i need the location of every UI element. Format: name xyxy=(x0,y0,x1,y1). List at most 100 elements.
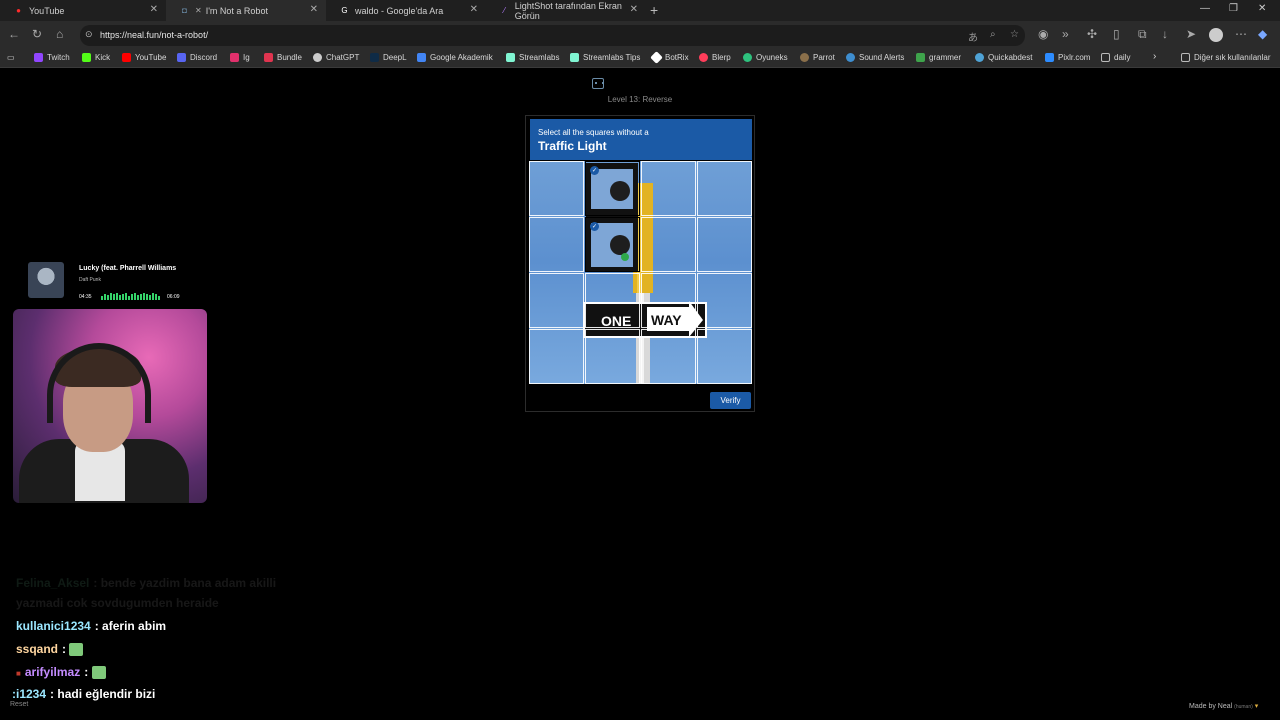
profile-avatar[interactable] xyxy=(1209,28,1223,42)
grid-cell-selected[interactable]: ✓ xyxy=(585,217,640,272)
bookmark-label: Blerp xyxy=(712,53,731,62)
bookmark-folder-daily[interactable]: daily xyxy=(1101,53,1130,62)
sound-alerts-icon xyxy=(846,53,855,62)
chat-username: Felina_Aksel xyxy=(16,576,90,590)
tab-google-search[interactable]: G waldo - Google'da Ara ✕ xyxy=(326,0,486,21)
bookmark-label: daily xyxy=(1114,53,1131,62)
grid-cell[interactable] xyxy=(641,329,696,384)
grid-cell[interactable] xyxy=(697,161,752,216)
captcha-image-grid: ONE WAY ✓ ✓ xyxy=(529,161,752,384)
close-icon[interactable]: ✕ xyxy=(310,4,318,15)
zoom-icon[interactable]: ⌕ xyxy=(990,29,996,40)
grid-cell[interactable] xyxy=(641,161,696,216)
bookmark-label: Streamlabs xyxy=(519,53,560,62)
home-icon[interactable]: ⌂ xyxy=(56,27,63,41)
minimize-button[interactable]: — xyxy=(1200,3,1210,14)
bookmark-deepl[interactable]: DeepL xyxy=(370,53,407,62)
close-icon[interactable]: ✕ xyxy=(150,4,158,15)
bookmark-streamlabs[interactable]: Streamlabs xyxy=(506,53,559,62)
bookmark-kick[interactable]: Kick xyxy=(82,53,110,62)
bookmark-discord[interactable]: Discord xyxy=(177,53,217,62)
grid-cell[interactable] xyxy=(585,329,640,384)
share-icon[interactable]: ➤ xyxy=(1186,27,1196,41)
bookmark-streamlabs-tips[interactable]: Streamlabs Tips xyxy=(570,53,640,62)
bookmark-sound-alerts[interactable]: Sound Alerts xyxy=(846,53,904,62)
checkmark-icon: ✓ xyxy=(590,222,599,231)
bookmark-label: DeepL xyxy=(383,53,407,62)
bookmark-youtube[interactable]: YouTube xyxy=(122,53,166,62)
chat-text: yazmadi cok sovdugumden heraide xyxy=(16,596,219,610)
extensions-icon[interactable]: ✣ xyxy=(1087,27,1097,41)
now-playing-widget: Lucky (feat. Pharrell Williams Daft Punk… xyxy=(22,262,192,306)
grid-cell[interactable] xyxy=(529,273,584,328)
grid-cell[interactable] xyxy=(529,161,584,216)
close-window-button[interactable]: ✕ xyxy=(1258,3,1266,14)
collections-icon[interactable]: ⧉ xyxy=(1138,27,1147,42)
grid-cell[interactable] xyxy=(641,217,696,272)
menu-icon[interactable]: ⋯ xyxy=(1235,27,1247,41)
bookmark-grammer[interactable]: grammer xyxy=(916,53,961,62)
new-tab-button[interactable]: + xyxy=(650,2,658,18)
bookmarks-bar: ▭ Twitch Kick YouTube Discord Ig Bundle … xyxy=(0,49,1280,68)
bookmark-pixlr[interactable]: Pixlr.com xyxy=(1045,53,1090,62)
maximize-button[interactable]: ❐ xyxy=(1229,3,1238,14)
read-aloud-icon[interactable]: » xyxy=(1062,27,1069,41)
address-bar[interactable]: ⊙ https://neal.fun/not-a-robot/ あ ⌕ ☆ xyxy=(80,25,1025,46)
grid-cell[interactable] xyxy=(529,329,584,384)
bookmark-ig[interactable]: Ig xyxy=(230,53,250,62)
split-screen-icon[interactable]: ▯ xyxy=(1113,27,1120,41)
close-icon[interactable]: ✕ xyxy=(470,4,478,15)
other-bookmarks-folder[interactable]: Diğer sık kullanılanlar xyxy=(1181,53,1270,62)
streamlabs-icon xyxy=(570,53,579,62)
tab-youtube[interactable]: ● YouTube ✕ xyxy=(0,0,166,21)
made-by-text: Made by Neal xyxy=(1189,703,1233,710)
grid-cell-selected[interactable]: ✓ xyxy=(585,161,640,216)
bookmark-oyuneks[interactable]: Oyuneks xyxy=(743,53,788,62)
bookmark-twitch[interactable]: Twitch xyxy=(34,53,70,62)
tab-actions-icon[interactable]: ▭ xyxy=(7,53,15,62)
back-icon[interactable]: ← xyxy=(8,27,20,41)
extension-icon[interactable]: ◉ xyxy=(1038,27,1048,41)
grid-cell[interactable] xyxy=(641,273,696,328)
bookmark-botrix[interactable]: BotRix xyxy=(650,51,689,64)
youtube-icon: ● xyxy=(16,6,21,15)
tab-title: waldo - Google'da Ara xyxy=(355,5,444,16)
bookmark-label: Sound Alerts xyxy=(859,53,905,62)
verify-button[interactable]: Verify xyxy=(710,392,751,409)
tab-not-a-robot[interactable]: ◘ ✕ I'm Not a Robot ✕ xyxy=(166,0,326,21)
grid-cell[interactable] xyxy=(697,273,752,328)
grid-cell[interactable] xyxy=(697,329,752,384)
bookmark-bundle[interactable]: Bundle xyxy=(264,53,302,62)
close-icon[interactable]: ✕ xyxy=(630,4,638,15)
tab-lightshot[interactable]: ⁄ LightShot tarafından Ekran Görün ✕ xyxy=(486,0,646,21)
bookmark-google-akademik[interactable]: Google Akademik xyxy=(417,53,493,62)
instagram-icon xyxy=(230,53,239,62)
botrix-icon xyxy=(650,51,663,64)
download-icon[interactable]: ↓ xyxy=(1162,27,1168,41)
chat-message: kullanici1234: aferin abim xyxy=(16,619,166,633)
chevron-right-icon[interactable]: › xyxy=(1153,51,1156,62)
bookmark-quickabdest[interactable]: Quickabdest xyxy=(975,53,1032,62)
copilot-icon[interactable]: ◆ xyxy=(1258,27,1267,41)
quickabdest-icon xyxy=(975,53,984,62)
grid-cell[interactable] xyxy=(529,217,584,272)
reset-link[interactable]: Reset xyxy=(10,701,28,708)
translate-icon[interactable]: あ xyxy=(968,29,978,44)
site-info-icon[interactable]: ⊙ xyxy=(85,29,93,40)
reload-icon[interactable]: ↻ xyxy=(32,27,42,41)
grid-cell[interactable] xyxy=(585,273,640,328)
elapsed-time: 04:35 xyxy=(79,294,92,300)
grid-cell[interactable] xyxy=(697,217,752,272)
bookmark-parrot[interactable]: Parrot xyxy=(800,53,835,62)
badge-icon: ■ xyxy=(16,669,21,678)
star-icon[interactable]: ☆ xyxy=(1010,29,1019,40)
grammer-icon xyxy=(916,53,925,62)
bundle-icon xyxy=(264,53,273,62)
folder-icon xyxy=(1101,53,1110,62)
muted-speaker-icon[interactable]: ✕ xyxy=(195,6,202,15)
bookmark-label: ChatGPT xyxy=(326,53,360,62)
oyuneks-icon xyxy=(743,53,752,62)
bookmark-chatgpt[interactable]: ChatGPT xyxy=(313,53,359,62)
song-title: Lucky (feat. Pharrell Williams xyxy=(79,265,177,272)
bookmark-blerp[interactable]: Blerp xyxy=(699,53,731,62)
